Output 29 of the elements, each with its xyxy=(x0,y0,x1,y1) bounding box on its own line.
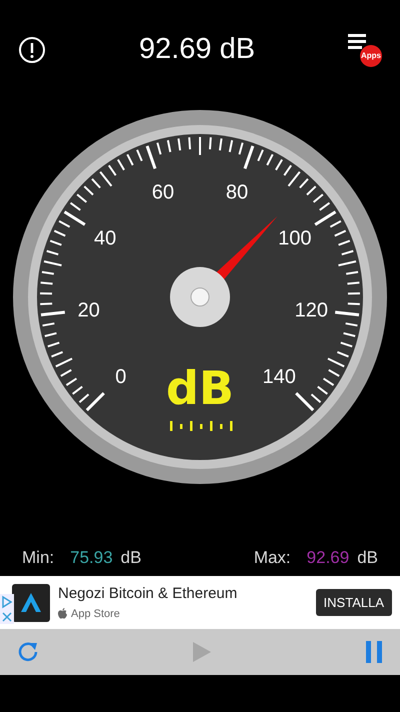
apple-icon xyxy=(58,608,67,620)
store-label: App Store xyxy=(71,606,120,622)
unit-scale-drawing xyxy=(170,421,232,431)
stat-label: Max: xyxy=(254,547,291,570)
scale-label: 120 xyxy=(294,300,328,322)
stat-unit: dB xyxy=(120,547,142,570)
scale-label: 20 xyxy=(78,300,100,322)
scale-label: 0 xyxy=(115,366,126,388)
unit-label: dB xyxy=(166,361,234,415)
stat-value: 92.69 xyxy=(306,547,350,570)
scale-label: 140 xyxy=(262,366,296,388)
ad-title: Negozi Bitcoin & Ethereum xyxy=(58,584,238,604)
menu-icon xyxy=(348,33,368,51)
refresh-button[interactable] xyxy=(16,640,40,664)
scale-label: 60 xyxy=(152,181,174,204)
stat-unit: dB xyxy=(357,547,378,570)
ad-choices-icon[interactable] xyxy=(0,594,14,624)
scale-label: 100 xyxy=(278,227,312,250)
menu-button[interactable]: Apps xyxy=(348,33,382,67)
pause-button[interactable] xyxy=(364,641,384,663)
apps-badge: Apps xyxy=(360,45,382,67)
app-logo-icon xyxy=(12,584,50,622)
scale-label: 40 xyxy=(94,227,116,250)
sound-level-reading: 92.69 dB xyxy=(138,32,256,68)
stat-label: Min: xyxy=(22,547,54,570)
install-button[interactable]: INSTALLA xyxy=(316,588,392,616)
stat-value: 75.93 xyxy=(70,547,113,570)
scale-label: 80 xyxy=(226,181,248,204)
info-button[interactable] xyxy=(18,36,46,64)
